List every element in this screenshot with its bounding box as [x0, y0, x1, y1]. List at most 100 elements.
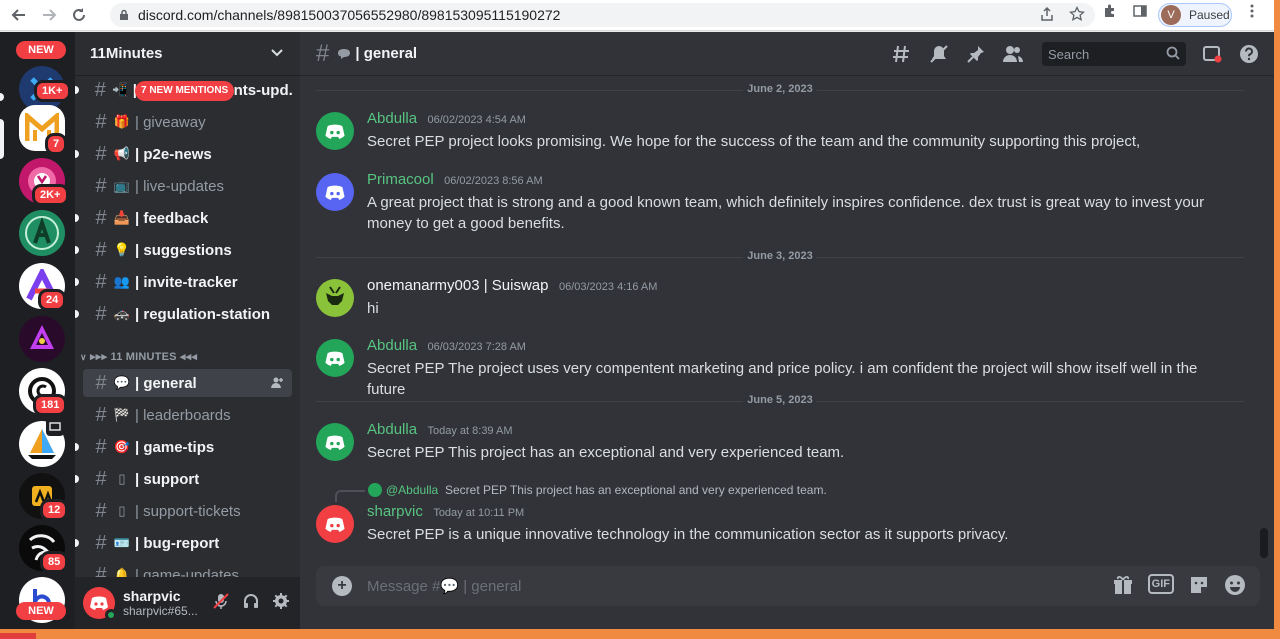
message-author[interactable]: Abdulla — [367, 421, 417, 438]
gif-button[interactable]: GIF — [1147, 574, 1174, 594]
add-attachment-icon[interactable]: + — [332, 576, 352, 596]
channel-leaderboards[interactable]: # 🏁 | leaderboards — [83, 401, 292, 429]
member-list-icon[interactable] — [1001, 42, 1025, 66]
user-avatar[interactable] — [83, 587, 117, 621]
mute-mic-icon[interactable] — [212, 592, 230, 610]
hash-icon: # — [95, 174, 107, 197]
date-divider: June 5, 2023 — [316, 394, 1244, 406]
message-author[interactable]: Primacool — [367, 171, 434, 188]
browser-menu-icon[interactable] — [1244, 3, 1260, 19]
reply-spine — [335, 490, 365, 502]
message-author[interactable]: onemanarmy003 | Suiswap — [367, 277, 549, 294]
channel-name: | bug-report — [135, 534, 220, 552]
hash-icon: # — [95, 142, 107, 165]
unread-indicator — [75, 150, 79, 158]
gift-icon[interactable] — [1112, 574, 1134, 596]
message-author[interactable]: sharpvic — [367, 503, 423, 520]
new-unreads-pill-top[interactable]: NEW — [16, 41, 66, 59]
user-avatar[interactable] — [316, 173, 354, 211]
hash-icon: # — [95, 403, 107, 426]
channel-name: | regulation-station — [135, 305, 271, 323]
channel-support[interactable]: # ▯ | support — [75, 465, 292, 493]
invite-member-icon[interactable] — [270, 376, 284, 390]
category-11-minutes[interactable]: ∨ ▸▸▸ 11 MINUTES ◂◂◂ — [80, 350, 197, 363]
date-divider: June 3, 2023 — [316, 250, 1244, 262]
settings-gear-icon[interactable] — [272, 592, 290, 610]
server-icon-8-screen-icon — [46, 418, 64, 436]
user-avatar[interactable] — [316, 339, 354, 377]
user-avatar[interactable] — [316, 423, 354, 461]
notification-muted-icon[interactable] — [927, 42, 951, 66]
channel-support-tickets[interactable]: # ▯ | support-tickets — [83, 497, 292, 525]
unread-indicator — [75, 246, 79, 254]
channel-giveaway[interactable]: # 🎁 | giveaway — [83, 108, 292, 136]
threads-icon[interactable] — [890, 42, 914, 66]
server-selected-pip — [0, 119, 4, 159]
channel-emoji: 🏁 — [113, 407, 131, 422]
channel-invite-tracker[interactable]: # 👥 | invite-tracker — [75, 268, 292, 296]
address-bar[interactable]: discord.com/channels/898150037056552980/… — [110, 3, 1095, 27]
message-body: Secret PEP The project uses very compent… — [367, 360, 1198, 398]
guild-header[interactable]: 11Minutes — [75, 32, 300, 76]
profile-avatar: V — [1161, 5, 1181, 25]
headphones-icon[interactable] — [242, 592, 260, 610]
new-unreads-pill-bottom[interactable]: NEW — [16, 602, 66, 620]
server-badge-5: 24 — [38, 289, 67, 311]
scrollbar-thumb[interactable] — [1260, 528, 1268, 558]
share-icon[interactable] — [1039, 6, 1055, 22]
server-icon-4[interactable] — [19, 210, 65, 256]
reload-icon[interactable] — [68, 4, 90, 26]
inbox-icon[interactable] — [1200, 42, 1224, 66]
extensions-icon[interactable] — [1102, 3, 1118, 19]
channel-game-tips[interactable]: # 🎯 | game-tips — [75, 433, 292, 461]
message-timestamp: Today at 10:11 PM — [433, 507, 525, 519]
side-panel-icon[interactable] — [1132, 3, 1148, 19]
reply-text[interactable]: Secret PEP This project has an exception… — [445, 483, 827, 497]
hash-icon: # — [95, 531, 107, 554]
bookmark-star-icon[interactable] — [1069, 6, 1085, 22]
server-badge-2: 7 — [45, 133, 68, 155]
user-avatar[interactable] — [316, 112, 354, 150]
new-mentions-pill[interactable]: 7 NEW MENTIONS — [135, 81, 235, 101]
channel-suggestions[interactable]: # 💡 | suggestions — [75, 236, 292, 264]
channel-name: | support — [135, 470, 200, 488]
profile-button[interactable]: V Paused — [1158, 3, 1232, 27]
emoji-icon[interactable] — [1224, 574, 1246, 596]
message-composer[interactable]: + Message #💬 | general GIF — [316, 566, 1260, 606]
channel-name: | game-tips — [135, 438, 215, 456]
reply-author[interactable]: @Abdulla — [386, 483, 438, 497]
channel-p2e-news[interactable]: # 📢 | p2e-news — [75, 140, 292, 168]
chat-header: # | general Search — [300, 32, 1274, 76]
channel-general[interactable]: # 💬 | general — [83, 369, 292, 397]
message-timestamp: 06/03/2023 4:16 AM — [558, 281, 658, 293]
channel-regulation-station[interactable]: # 🚓 | regulation-station — [75, 300, 292, 328]
pin-icon[interactable] — [964, 42, 988, 66]
back-icon[interactable] — [8, 4, 30, 26]
chat-area: # | general Search June 2, 2023 June 3, … — [300, 32, 1274, 629]
server-icon-6[interactable] — [19, 316, 65, 362]
profile-status: Paused — [1189, 8, 1230, 22]
reply-preview[interactable]: @Abdulla Secret PEP This project has an … — [316, 482, 1246, 502]
message-author[interactable]: Abdulla — [367, 110, 417, 127]
unread-indicator — [75, 278, 79, 286]
date-divider-label: June 3, 2023 — [743, 250, 817, 262]
channel-name: | feedback — [135, 209, 209, 227]
online-status-icon — [105, 609, 117, 621]
user-avatar[interactable] — [316, 505, 354, 543]
unread-indicator — [75, 539, 79, 547]
taskbar-edge — [0, 633, 36, 639]
forward-icon[interactable] — [38, 4, 60, 26]
hash-icon: # — [95, 206, 107, 229]
channel-live-updates[interactable]: # 📺 | live-updates — [83, 172, 292, 200]
help-icon[interactable] — [1237, 42, 1261, 66]
message-body: Secret PEP project looks promising. We h… — [367, 133, 1141, 150]
message-author[interactable]: Abdulla — [367, 337, 417, 354]
search-input[interactable]: Search — [1042, 42, 1186, 66]
sticker-icon[interactable] — [1188, 574, 1210, 596]
channel-feedback[interactable]: # 📥 | feedback — [75, 204, 292, 232]
url-text: discord.com/channels/898150037056552980/… — [138, 7, 561, 23]
channel-bug-report[interactable]: # 🪪 | bug-report — [75, 529, 292, 557]
lock-icon — [118, 9, 130, 21]
user-avatar[interactable] — [316, 279, 354, 317]
reply-avatar — [368, 483, 382, 497]
